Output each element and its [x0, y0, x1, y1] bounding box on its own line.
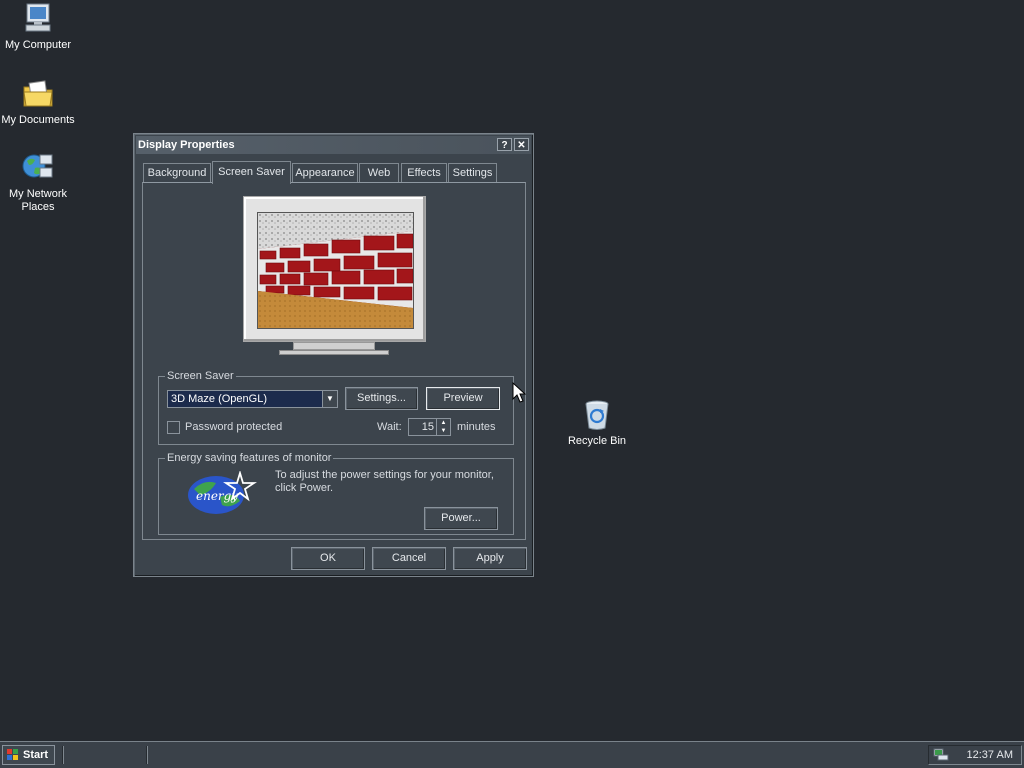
- taskbar: Start 12:37 AM: [0, 741, 1024, 768]
- title-bar[interactable]: Display Properties ? ✕: [136, 136, 531, 154]
- monitor-stand-neck: [293, 342, 375, 350]
- energy-saving-group-label: Energy saving features of monitor: [165, 451, 334, 465]
- close-button[interactable]: ✕: [514, 138, 529, 151]
- energy-saving-group: Energy saving features of monitor energy…: [158, 451, 514, 535]
- desktop-icon-label: Recycle Bin: [567, 435, 627, 447]
- documents-folder-icon: [23, 80, 53, 107]
- tab-settings[interactable]: Settings: [448, 163, 497, 182]
- svg-text:energy: energy: [196, 489, 238, 503]
- wait-minutes-value: 15: [421, 421, 434, 433]
- desktop: My Computer My Documents My Network Plac…: [0, 0, 1024, 741]
- screen-saver-panel: Screen Saver 3D Maze (OpenGL) ▼ Settings…: [142, 182, 526, 540]
- apply-button[interactable]: Apply: [453, 547, 527, 570]
- tab-screen-saver[interactable]: Screen Saver: [212, 161, 291, 184]
- spin-up-icon[interactable]: ▲: [436, 419, 450, 427]
- maze-preview-graphic: [258, 213, 413, 328]
- password-protected-checkbox[interactable]: [167, 421, 180, 434]
- tab-background[interactable]: Background: [143, 163, 211, 182]
- ok-button[interactable]: OK: [291, 547, 365, 570]
- computer-icon: [25, 3, 51, 32]
- taskbar-separator: [62, 746, 64, 764]
- windows-logo-icon: [7, 749, 18, 760]
- window-title: Display Properties: [138, 139, 235, 151]
- cancel-button[interactable]: Cancel: [372, 547, 446, 570]
- screen-saver-select-value: 3D Maze (OpenGL): [171, 393, 267, 405]
- tab-appearance[interactable]: Appearance: [292, 163, 358, 182]
- preview-button[interactable]: Preview: [426, 387, 500, 410]
- network-places-icon: [22, 154, 53, 178]
- monitor-preview: [243, 196, 426, 342]
- desktop-icon-recycle-bin[interactable]: Recycle Bin: [559, 398, 635, 448]
- power-button[interactable]: Power...: [424, 507, 498, 530]
- tab-web[interactable]: Web: [359, 163, 399, 182]
- desktop-icon-label: My Documents: [1, 114, 75, 126]
- password-protected-label: Password protected: [185, 421, 283, 433]
- desktop-icon-my-network-places[interactable]: My Network Places: [0, 151, 76, 214]
- clock[interactable]: 12:37 AM: [967, 749, 1013, 761]
- settings-button[interactable]: Settings...: [345, 387, 418, 410]
- mouse-cursor-icon: [512, 382, 526, 403]
- screen-saver-group: Screen Saver 3D Maze (OpenGL) ▼ Settings…: [158, 369, 514, 445]
- wait-label: Wait:: [377, 421, 402, 433]
- spin-down-icon[interactable]: ▼: [436, 427, 450, 435]
- start-label: Start: [23, 749, 49, 761]
- monitor-stand-base: [279, 350, 389, 355]
- system-tray: 12:37 AM: [928, 745, 1022, 765]
- energy-star-logo: energy: [188, 471, 257, 514]
- screen-saver-preview-image: [257, 212, 414, 329]
- desktop-icon-my-documents[interactable]: My Documents: [0, 77, 76, 127]
- screen-saver-select[interactable]: 3D Maze (OpenGL) ▼: [167, 390, 338, 408]
- desktop-icon-label: My Network Places: [8, 188, 68, 213]
- chevron-down-icon[interactable]: ▼: [322, 391, 337, 407]
- recycle-bin-icon: [585, 400, 609, 430]
- taskbar-separator[interactable]: [146, 746, 148, 764]
- wait-minutes-spinner[interactable]: 15 ▲ ▼: [408, 418, 451, 436]
- desktop-icon-my-computer[interactable]: My Computer: [0, 2, 76, 52]
- energy-saving-text: To adjust the power settings for your mo…: [275, 469, 494, 494]
- tab-effects[interactable]: Effects: [401, 163, 447, 182]
- display-properties-window: Display Properties ? ✕ Background Screen…: [133, 133, 534, 577]
- network-tray-icon[interactable]: [933, 748, 949, 762]
- help-button[interactable]: ?: [497, 138, 512, 151]
- screen-saver-group-label: Screen Saver: [165, 369, 236, 383]
- start-button[interactable]: Start: [2, 745, 55, 765]
- wait-unit-label: minutes: [457, 421, 496, 433]
- desktop-icon-label: My Computer: [4, 39, 72, 51]
